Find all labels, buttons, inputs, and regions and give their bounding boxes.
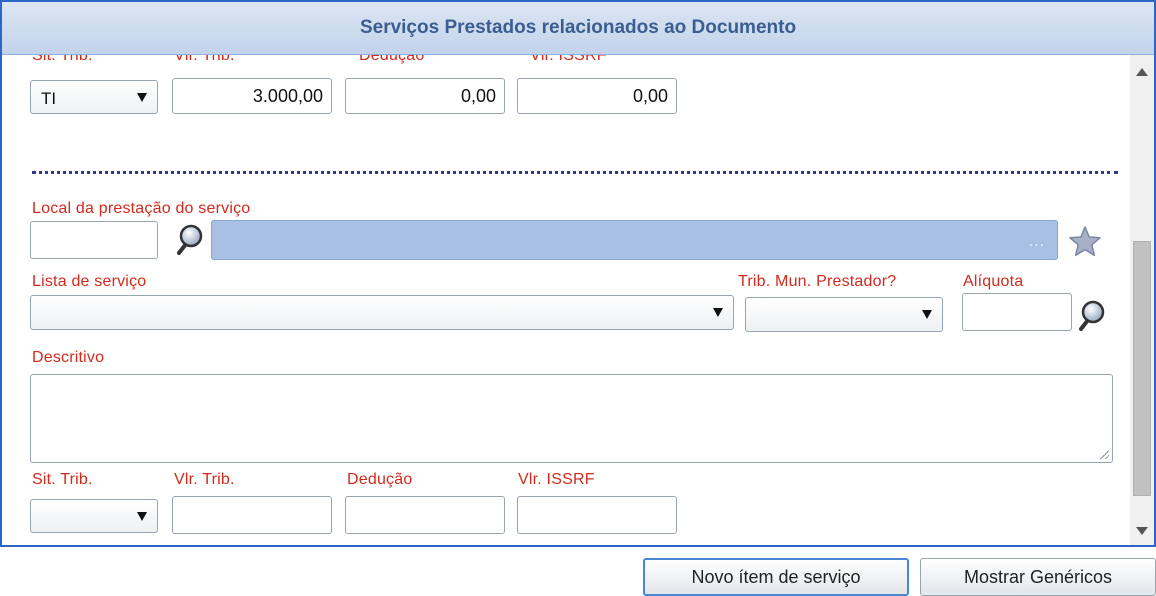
- sit-trib-label-2: Sit. Trib.: [32, 471, 93, 488]
- scroll-up-arrow-icon[interactable]: [1136, 68, 1148, 76]
- sit-trib-select-1[interactable]: TI: [30, 80, 158, 114]
- vlr-trib-input-1[interactable]: 3.000,00: [172, 78, 332, 114]
- chevron-down-icon: [922, 310, 932, 319]
- vlr-issrf-input-1[interactable]: 0,00: [517, 78, 677, 114]
- sit-trib-select-2[interactable]: [30, 499, 158, 533]
- item-separator: [32, 171, 1118, 174]
- services-scroll-area: Sit. Trib. Vlr. Trib. Dedução Vlr. ISSRF…: [2, 55, 1130, 545]
- vlr-issrf-value-1: 0,00: [632, 86, 668, 106]
- scroll-down-arrow-icon[interactable]: [1136, 527, 1148, 535]
- deducao-input-2[interactable]: [345, 496, 505, 534]
- trib-mun-prestador-label: Trib. Mun. Prestador?: [738, 273, 897, 290]
- vertical-scrollbar[interactable]: [1130, 55, 1154, 545]
- scrollbar-thumb[interactable]: [1133, 241, 1151, 496]
- panel-title: Serviços Prestados relacionados ao Docum…: [2, 2, 1154, 55]
- vlr-trib-label-1: Vlr. Trib.: [174, 55, 235, 64]
- resize-grip-icon[interactable]: [1099, 449, 1109, 459]
- vlr-trib-label-2: Vlr. Trib.: [174, 471, 235, 488]
- chevron-down-icon: [713, 308, 723, 317]
- deducao-label-2: Dedução: [347, 471, 413, 488]
- more-icon[interactable]: ...: [1029, 233, 1045, 251]
- lista-servico-label: Lista de serviço: [32, 273, 147, 290]
- aliquota-label: Alíquota: [963, 273, 1024, 290]
- mostrar-genericos-button[interactable]: Mostrar Genéricos: [920, 558, 1156, 596]
- vlr-issrf-input-2[interactable]: [517, 496, 677, 534]
- trib-mun-prestador-select[interactable]: [745, 297, 943, 332]
- vlr-issrf-label-1: Vlr. ISSRF: [530, 55, 607, 64]
- chevron-down-icon: [137, 93, 147, 102]
- vlr-trib-input-2[interactable]: [172, 496, 332, 534]
- lista-servico-select[interactable]: [30, 295, 734, 330]
- star-icon[interactable]: [1068, 225, 1102, 262]
- deducao-value-1: 0,00: [460, 86, 496, 106]
- chevron-down-icon: [137, 512, 147, 521]
- magnifier-icon[interactable]: [1076, 299, 1106, 338]
- deducao-input-1[interactable]: 0,00: [345, 78, 505, 114]
- services-panel: Serviços Prestados relacionados ao Docum…: [0, 0, 1156, 547]
- vlr-trib-value-1: 3.000,00: [252, 86, 323, 106]
- sit-trib-value-1: TI: [41, 89, 57, 108]
- vlr-issrf-label-2: Vlr. ISSRF: [518, 471, 595, 488]
- local-code-input[interactable]: [30, 221, 158, 259]
- magnifier-icon[interactable]: [174, 223, 204, 262]
- deducao-label-1: Dedução: [359, 55, 425, 64]
- aliquota-input[interactable]: [962, 293, 1072, 331]
- novo-item-servico-button[interactable]: Novo ítem de serviço: [643, 558, 909, 596]
- sit-trib-label-1: Sit. Trib.: [32, 55, 93, 64]
- descritivo-textarea[interactable]: [30, 374, 1113, 463]
- local-lookup-field[interactable]: ...: [211, 220, 1058, 260]
- descritivo-label: Descritivo: [32, 349, 105, 366]
- local-prestacao-label: Local da prestação do serviço: [32, 200, 251, 217]
